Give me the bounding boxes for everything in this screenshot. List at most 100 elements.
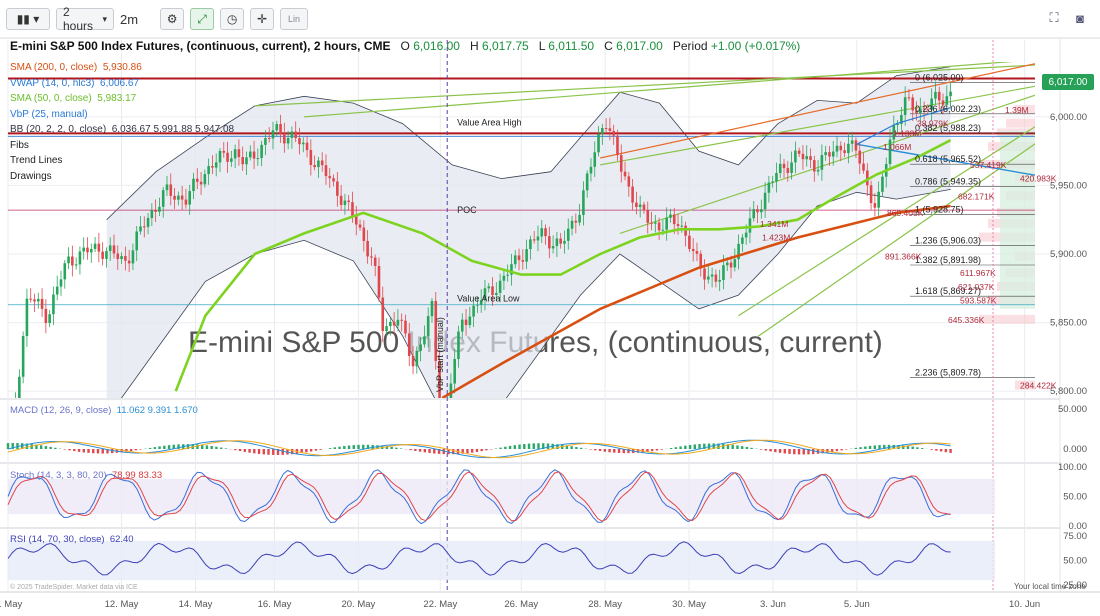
macd-histogram-bar (513, 445, 517, 449)
macd-histogram-bar (357, 444, 360, 449)
chart-title: E-mini S&P 500 Index Futures, (continuou… (10, 39, 391, 53)
candle-body (426, 316, 430, 337)
x-tick-label: 5. Jun (844, 599, 870, 610)
candle-body (782, 163, 786, 169)
value-area-low-label: Value Area Low (457, 294, 520, 304)
candle-body (722, 265, 725, 281)
value-area-column (1000, 130, 1035, 309)
candle-body (366, 240, 369, 257)
candle-body (775, 173, 778, 182)
candle-body (59, 279, 63, 287)
candle-body (400, 319, 403, 321)
candle-body (676, 224, 680, 227)
candle-body (112, 245, 116, 254)
macd-histogram-bar (134, 449, 138, 451)
candle-body (589, 166, 593, 174)
high-value: 6,017.75 (481, 39, 529, 53)
stoch-label: Stoch (14, 3, 3, 80, 20) (10, 470, 107, 481)
candle-body (377, 266, 381, 298)
x-tick-label: 10. Jun (1009, 599, 1040, 610)
macd-histogram-bar (854, 447, 858, 449)
stoch-values: 78.99 83.33 (111, 470, 163, 481)
candle-body (816, 169, 820, 172)
candle-body (351, 202, 354, 217)
macd-histogram-bar (518, 444, 521, 449)
macd-histogram-bar (466, 449, 469, 454)
legend-drawings[interactable]: Drawings (10, 169, 234, 185)
stoch-band (8, 478, 995, 515)
macd-histogram-bar (759, 449, 763, 450)
macd-histogram-bar (243, 449, 247, 452)
candle-body (854, 140, 858, 151)
candle-body (67, 256, 70, 264)
fib-level-label: 1.382 (5,891.98) (915, 255, 981, 265)
candle-body (71, 256, 74, 266)
legend-sma50[interactable]: SMA (50, 0, close) 5,983.17 (10, 91, 234, 107)
candle-body (642, 204, 646, 211)
trend-line (254, 64, 1035, 107)
macd-histogram-bar (532, 443, 535, 449)
legend-vbp[interactable]: VbP (25, manual) (10, 107, 234, 123)
candle-body (78, 251, 82, 265)
period-label: Period (672, 39, 708, 53)
candle-body (472, 305, 475, 317)
candle-body (177, 195, 180, 200)
macd-histogram-bar (778, 449, 782, 453)
candle-body (309, 150, 313, 165)
legend-vwap[interactable]: VWAP (14, 0, hlc3) 6,006.67 (10, 76, 234, 92)
candle-body (654, 222, 657, 224)
macd-histogram-bar (475, 449, 479, 452)
macd-histogram-bar (219, 447, 223, 449)
macd-histogram-bar (343, 446, 346, 449)
candle-body (593, 152, 597, 167)
macd-histogram-bar (868, 445, 872, 449)
macd-histogram-bar (328, 448, 332, 449)
x-tick-label: 12. May (105, 599, 139, 610)
macd-histogram-bar (835, 449, 839, 452)
candle-body (574, 220, 578, 223)
candle-body (548, 236, 551, 249)
x-tick-label: 14. May (179, 599, 213, 610)
candle-body (260, 144, 263, 159)
candle-body (453, 359, 456, 384)
candle-body (404, 320, 407, 334)
macd-histogram-bar (802, 449, 805, 455)
candle-body (695, 251, 699, 254)
macd-histogram-bar (684, 445, 687, 449)
fib-level-label: 0 (6,025.00) (915, 73, 964, 83)
macd-histogram-bar (238, 449, 242, 452)
macd-histogram-bar (655, 449, 659, 451)
legend-trend-lines[interactable]: Trend Lines (10, 153, 234, 169)
macd-histogram-bar (158, 446, 161, 449)
candle-body (665, 217, 668, 230)
candle-body (521, 260, 525, 262)
y-tick-label: 5,900.00 (1050, 249, 1087, 260)
candle-body (828, 152, 831, 157)
candle-body (911, 97, 915, 111)
candle-body (248, 151, 252, 158)
legend-bb[interactable]: BB (20, 2, 2, 0, close) 6,036.67 5,991.8… (10, 122, 234, 138)
candle-body (513, 255, 517, 265)
volume-profile-label: 611.967K (960, 268, 996, 278)
macd-histogram-bar (248, 449, 251, 453)
candle-body (650, 222, 653, 224)
legend-sma200[interactable]: SMA (200, 0, close) 5,930.86 (10, 60, 234, 76)
candle-body (873, 203, 877, 208)
x-tick-label: 3. Jun (760, 599, 786, 610)
candle-body (127, 260, 131, 264)
candle-body (498, 280, 502, 293)
candle-body (105, 251, 108, 259)
macd-histogram-bar (433, 449, 436, 454)
local-time-text[interactable]: Your local time zone (1014, 582, 1086, 591)
macd-histogram-bar (546, 443, 550, 449)
poc-label: POC (457, 205, 477, 215)
macd-histogram-bar (594, 449, 597, 451)
candle-body (559, 238, 562, 244)
candle-body (729, 262, 733, 268)
candle-body (267, 138, 271, 140)
legend-fibs[interactable]: Fibs (10, 138, 234, 154)
candle-body (525, 249, 528, 262)
candle-body (790, 162, 793, 173)
candle-body (601, 128, 604, 134)
candle-body (778, 163, 782, 174)
